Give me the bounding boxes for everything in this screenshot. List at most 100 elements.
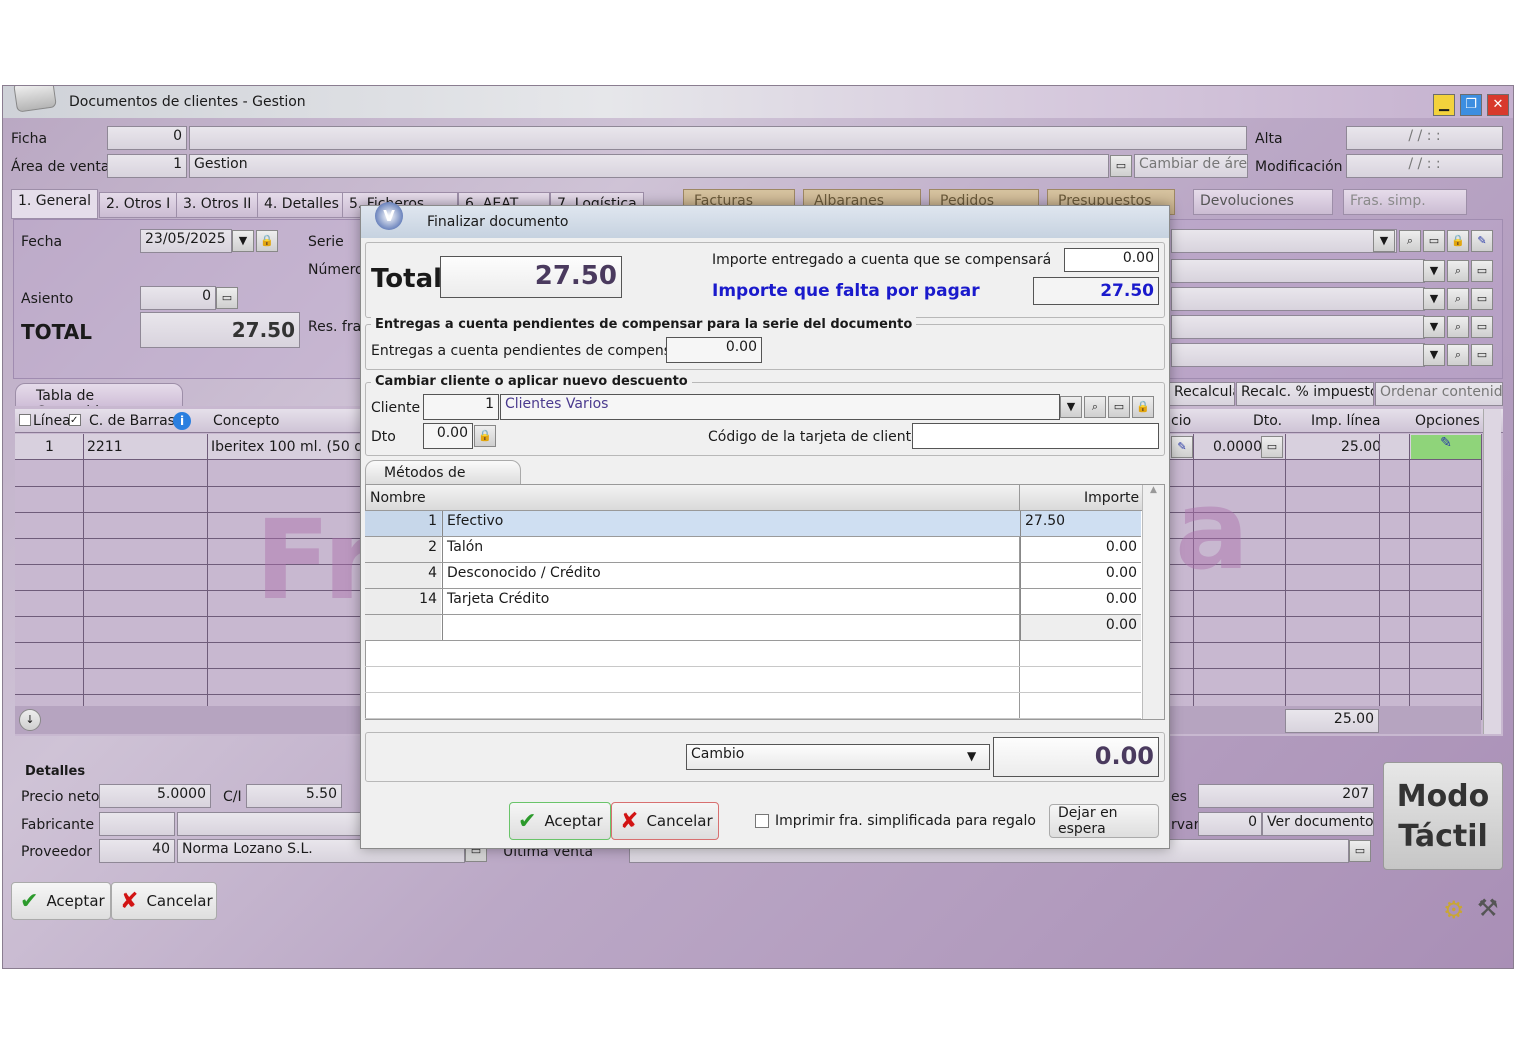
- row3-dropdown-icon[interactable]: ▼: [1423, 288, 1445, 310]
- barras-checkbox[interactable]: ✓: [69, 414, 81, 426]
- ultima-venta-folder-icon[interactable]: ▭: [1349, 840, 1371, 862]
- numero-dropdown-icon[interactable]: ▼: [1423, 260, 1445, 282]
- main-cancelar-label: Cancelar: [146, 892, 213, 910]
- tab-fras-simp[interactable]: Fras. simp.: [1343, 189, 1467, 215]
- combo-row-4[interactable]: [1171, 315, 1425, 339]
- tab-otros-ii[interactable]: 3. Otros II: [176, 192, 259, 218]
- cliente-folder-icon[interactable]: ▭: [1108, 396, 1130, 418]
- table-row[interactable]: [365, 667, 1141, 693]
- tab-devoluciones[interactable]: Devoluciones: [1193, 189, 1333, 215]
- serie-folder-icon[interactable]: ▭: [1423, 230, 1445, 252]
- serie-combo[interactable]: [1171, 229, 1397, 253]
- imprimir-checkbox[interactable]: [755, 814, 769, 828]
- asiento-folder-icon[interactable]: ▭: [216, 287, 238, 309]
- table-row[interactable]: 4 Desconocido / Crédito 0.00: [365, 563, 1141, 589]
- row5-dropdown-icon[interactable]: ▼: [1423, 344, 1445, 366]
- table-row[interactable]: 1 Efectivo 27.50: [365, 511, 1141, 537]
- numero-combo[interactable]: [1171, 259, 1425, 283]
- cliente-dropdown-icon[interactable]: ▼: [1060, 396, 1082, 418]
- ver-documentos-button[interactable]: Ver documentos: [1262, 812, 1374, 836]
- entregado-field[interactable]: 0.00: [1064, 248, 1159, 272]
- dto-field[interactable]: 0.00: [423, 423, 473, 449]
- table-row[interactable]: [365, 693, 1141, 719]
- cliente-search-icon[interactable]: ⌕: [1084, 396, 1106, 418]
- fecha-lock-icon[interactable]: 🔒: [256, 230, 278, 252]
- row5-search-icon[interactable]: ⌕: [1447, 344, 1469, 366]
- tab-detalles[interactable]: 4. Detalles: [257, 192, 346, 218]
- dto-lock-icon[interactable]: 🔒: [474, 425, 496, 447]
- asiento-field[interactable]: 0: [140, 286, 216, 310]
- area-name-field[interactable]: Gestion: [189, 154, 1109, 178]
- alta-field[interactable]: / / : :: [1346, 126, 1503, 150]
- table-row[interactable]: 0.00: [365, 615, 1141, 641]
- ordenar-contenido-button[interactable]: Ordenar contenido: [1375, 382, 1503, 406]
- row5-folder-icon[interactable]: ▭: [1471, 344, 1493, 366]
- maximize-button[interactable]: ❐: [1460, 94, 1482, 116]
- fabricante-field: [99, 812, 175, 836]
- serie-lock-icon[interactable]: 🔒: [1447, 230, 1469, 252]
- asiento-label: Asiento: [21, 291, 74, 307]
- row3-folder-icon[interactable]: ▭: [1471, 288, 1493, 310]
- cliente-name-field[interactable]: Clientes Varios: [500, 394, 1060, 420]
- modificacion-field[interactable]: / / : :: [1346, 154, 1503, 178]
- dejar-espera-button[interactable]: Dejar en espera: [1049, 804, 1159, 838]
- tarjeta-field[interactable]: [912, 423, 1159, 449]
- minimize-button[interactable]: ▁: [1433, 94, 1455, 116]
- serie-search-icon[interactable]: ⌕: [1399, 230, 1421, 252]
- pay-amount[interactable]: 27.50: [1020, 511, 1141, 536]
- recalc-impuestos-button[interactable]: Recalc. % impuestos: [1236, 382, 1374, 406]
- row4-search-icon[interactable]: ⌕: [1447, 316, 1469, 338]
- row4-folder-icon[interactable]: ▭: [1471, 316, 1493, 338]
- row1-opciones[interactable]: ✎: [1411, 435, 1481, 459]
- dialog-aceptar-button[interactable]: ✔ Aceptar: [509, 802, 611, 840]
- cliente-lock-icon[interactable]: 🔒: [1132, 396, 1154, 418]
- metodos-pago-tab[interactable]: Métodos de pago: [365, 460, 521, 497]
- payments-scrollbar[interactable]: ▲: [1142, 485, 1164, 719]
- area-id-field[interactable]: 1: [107, 154, 187, 178]
- cliente-id-field[interactable]: 1: [423, 394, 499, 420]
- fecha-field[interactable]: 23/05/2025: [140, 229, 232, 253]
- numero-folder-icon[interactable]: ▭: [1471, 260, 1493, 282]
- main-aceptar-button[interactable]: ✔ Aceptar: [11, 882, 111, 920]
- cambiar-area-button[interactable]: Cambiar de área: [1134, 154, 1248, 178]
- recalcular-button[interactable]: Recalcular: [1169, 382, 1235, 406]
- close-button[interactable]: ✕: [1487, 94, 1509, 116]
- row3-search-icon[interactable]: ⌕: [1447, 288, 1469, 310]
- cambio-dropdown-icon[interactable]: ▼: [967, 749, 976, 763]
- finalizar-documento-dialog: V Finalizar documento Total 27.50 Import…: [360, 202, 1170, 849]
- ficha-field[interactable]: 0: [107, 126, 187, 150]
- ficha-description[interactable]: [189, 126, 1247, 150]
- row1-edit-icon[interactable]: ✎: [1171, 436, 1193, 458]
- combo-row-3[interactable]: [1171, 287, 1425, 311]
- table-row[interactable]: 14 Tarjeta Crédito 0.00: [365, 589, 1141, 615]
- info-icon[interactable]: i: [173, 412, 191, 430]
- tab-general[interactable]: 1. General: [11, 189, 98, 219]
- numero-search-icon[interactable]: ⌕: [1447, 260, 1469, 282]
- table-row[interactable]: [365, 641, 1141, 667]
- fecha-dropdown-icon[interactable]: ▼: [232, 230, 254, 252]
- pay-amount[interactable]: 0.00: [1020, 563, 1141, 588]
- pay-amount[interactable]: 0.00: [1020, 537, 1141, 562]
- combo-row-5[interactable]: [1171, 343, 1425, 367]
- cambio-combo[interactable]: Cambio: [686, 744, 990, 770]
- table-scrollbar[interactable]: [1483, 409, 1501, 734]
- serie-edit-icon[interactable]: ✎: [1471, 230, 1493, 252]
- table-row[interactable]: 2 Talón 0.00: [365, 537, 1141, 563]
- col-barras: C. de Barras: [89, 413, 175, 429]
- row1-folder-icon[interactable]: ▭: [1261, 436, 1283, 458]
- main-cancelar-button[interactable]: ✘ Cancelar: [111, 882, 217, 920]
- dialog-cancelar-button[interactable]: ✘ Cancelar: [611, 802, 719, 840]
- row4-dropdown-icon[interactable]: ▼: [1423, 316, 1445, 338]
- serie-label: Serie: [308, 234, 344, 250]
- col-imp-linea: Imp. línea: [1311, 413, 1381, 429]
- scroll-down-icon[interactable]: ↓: [19, 709, 41, 731]
- pay-amount[interactable]: 0.00: [1020, 615, 1141, 640]
- linea-checkbox[interactable]: [19, 414, 31, 426]
- serie-dropdown-icon[interactable]: ▼: [1373, 230, 1395, 252]
- area-folder-icon[interactable]: ▭: [1110, 155, 1132, 177]
- settings-gear-icon[interactable]: ⚙: [1443, 896, 1465, 924]
- tools-icon[interactable]: ⚒: [1477, 894, 1499, 922]
- tab-otros-i[interactable]: 2. Otros I: [99, 192, 178, 218]
- pay-amount[interactable]: 0.00: [1020, 589, 1141, 614]
- modo-tactil-button[interactable]: Modo Táctil: [1383, 762, 1503, 870]
